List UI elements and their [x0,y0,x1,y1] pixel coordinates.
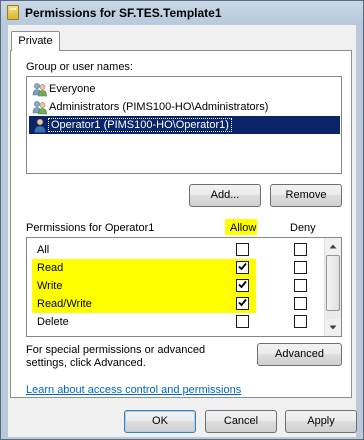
user-label: Everyone [49,83,96,95]
vertical-scrollbar[interactable] [324,238,341,336]
permission-name: Delete [37,316,69,328]
deny-checkbox[interactable] [294,261,307,274]
deny-checkbox[interactable] [294,279,307,292]
user-icon [34,118,46,133]
scroll-down-button[interactable] [325,319,341,336]
list-item-administrators[interactable]: Administrators (PIMS100-HO\Administrator… [29,98,340,116]
allow-checkbox[interactable] [236,243,249,256]
list-item-operator1[interactable]: Operator1 (PIMS100-HO\Operator1) [29,116,340,134]
permission-name: Write [37,280,63,292]
title-bar[interactable]: Permissions for SF.TES.Template1 [1,1,363,25]
permission-name: All [37,244,50,256]
scroll-down-icon [329,325,337,330]
allow-checkbox[interactable] [236,261,249,274]
window-title: Permissions for SF.TES.Template1 [25,6,222,20]
deny-checkbox[interactable] [294,297,307,310]
permissions-label: Permissions for Operator1 [26,222,155,234]
ok-button[interactable]: OK [124,410,196,433]
user-label: Administrators (PIMS100-HO\Administrator… [49,101,269,113]
list-item-everyone[interactable]: Everyone [29,80,340,98]
permission-row-all: All [27,241,325,259]
user-label: Operator1 (PIMS100-HO\Operator1) [48,118,232,132]
remove-button[interactable]: Remove [270,184,342,207]
allow-checkbox[interactable] [236,315,249,328]
scroll-thumb[interactable] [326,255,340,311]
group-icon [32,83,47,97]
deny-column-header: Deny [290,222,316,234]
checkmark-icon [238,298,247,307]
users-label: Group or user names: [26,61,133,73]
permission-row-write: Write [27,277,325,295]
permission-row-delete: Delete [27,313,325,331]
allow-checkbox[interactable] [236,279,249,292]
scroll-up-icon [329,244,337,249]
access-control-help-link[interactable]: Learn about access control and permissio… [26,384,241,396]
permissions-dialog: Permissions for SF.TES.Template1 Private… [0,0,364,440]
add-button[interactable]: Add... [189,184,261,207]
deny-checkbox[interactable] [294,315,307,328]
permission-name: Read/Write [37,298,92,310]
deny-checkbox[interactable] [294,243,307,256]
allow-checkbox[interactable] [236,297,249,310]
user-list[interactable]: Everyone Administrators (PIMS100-HO\Admi… [26,76,342,174]
scroll-up-button[interactable] [325,238,341,255]
permission-row-read-write: Read/Write [27,295,325,313]
permission-name: Read [37,262,64,274]
advanced-button[interactable]: Advanced [257,343,342,366]
folder-icon [7,5,19,20]
checkmark-icon [238,262,247,271]
checkmark-icon [238,280,247,289]
cancel-button[interactable]: Cancel [205,410,277,433]
allow-column-header: Allow [230,222,257,234]
special-permissions-text: For special permissions or advanced sett… [26,344,206,369]
permissions-grid: All Read Write Read/Write Delete [26,237,342,337]
group-icon [32,101,47,115]
tab-private[interactable]: Private [11,31,60,51]
apply-button[interactable]: Apply [285,410,357,433]
permission-row-read: Read [27,259,325,277]
